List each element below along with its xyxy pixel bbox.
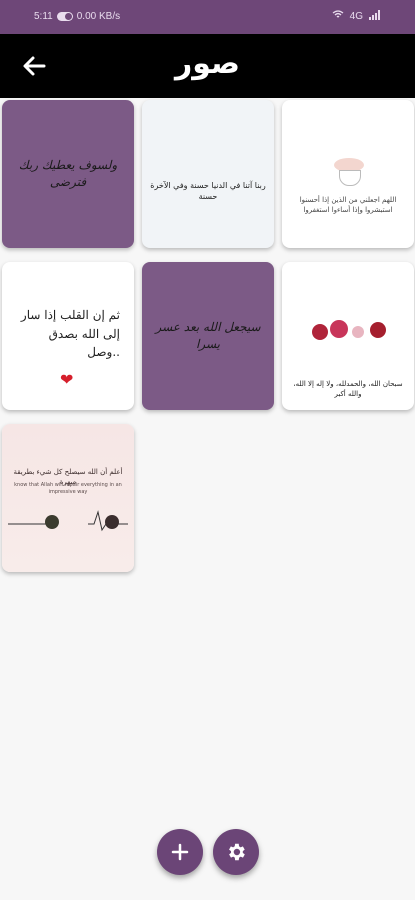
image-text: ثم إن القلب إذا سار إلى الله بصدق وصل.. xyxy=(20,308,120,360)
flower-illustration xyxy=(312,324,328,340)
status-right: 4G xyxy=(332,10,381,23)
settings-button[interactable] xyxy=(213,829,259,875)
image-text: اللهم اجعلني من الذين إذا أحسنوا استبشرو… xyxy=(299,196,397,214)
bowl-illustration xyxy=(339,170,361,186)
gear-icon xyxy=(229,843,245,861)
heart-icon: ❤ xyxy=(60,370,74,389)
status-bar: 5:11 0.00 KB/s 4G xyxy=(0,0,415,34)
flower-illustration xyxy=(330,320,348,338)
network-speed: 0.00 KB/s xyxy=(76,11,121,22)
wifi-icon xyxy=(332,10,344,23)
image-card-2[interactable]: ربنا آتنا في الدنيا حسنة وفي الآخرة حسنة xyxy=(142,100,274,248)
heartbeat-illustration xyxy=(8,510,128,532)
status-time: 5:11 xyxy=(34,11,53,22)
toggle-icon xyxy=(56,12,73,21)
flower-illustration xyxy=(352,326,364,338)
add-button[interactable] xyxy=(157,829,203,875)
image-card-7[interactable]: أعلم أن الله سيصلح كل شيء بطريقة مبهرة k… xyxy=(2,424,134,572)
image-text: سيجعل الله بعد عسر يسرا xyxy=(155,320,261,351)
image-subtext: know that Allah will repair everything i… xyxy=(14,482,122,495)
app-bar: صور xyxy=(0,34,415,98)
plus-icon xyxy=(171,843,189,861)
signal-label: 4G xyxy=(349,11,363,22)
image-card-5[interactable]: سيجعل الله بعد عسر يسرا xyxy=(142,262,274,410)
status-left: 5:11 0.00 KB/s xyxy=(34,11,120,22)
signal-icon xyxy=(369,10,381,23)
flower-illustration xyxy=(370,322,386,338)
image-card-1[interactable]: اللهم اجعلني من الذين إذا أحسنوا استبشرو… xyxy=(282,100,414,248)
image-text: ربنا آتنا في الدنيا حسنة وفي الآخرة حسنة xyxy=(150,181,266,202)
image-card-6[interactable]: ثم إن القلب إذا سار إلى الله بصدق وصل.. … xyxy=(2,262,134,410)
page-title: صور xyxy=(174,46,241,81)
image-card-3[interactable]: ولسوف يعطيك ربك فترضى xyxy=(2,100,134,248)
image-card-4[interactable]: سبحان الله، والحمدلله، ولا إله إلا الله،… xyxy=(282,262,414,410)
image-text: ولسوف يعطيك ربك فترضى xyxy=(18,158,118,189)
image-text: سبحان الله، والحمدلله، ولا إله إلا الله،… xyxy=(293,380,403,398)
